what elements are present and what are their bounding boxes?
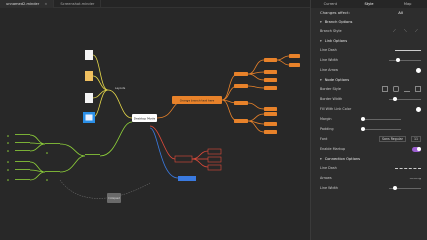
changes-affect-select[interactable]: All (398, 10, 403, 15)
enable-markup-toggle[interactable] (412, 146, 421, 152)
collapsed-node-label: Collapsed (108, 197, 120, 200)
fill-link-color-label: Fill With Link Color (320, 107, 352, 111)
chevron-down-icon: ▾ (320, 38, 322, 43)
green-nodes[interactable] (7, 134, 100, 181)
padding-row: Padding (311, 124, 427, 134)
section-title: Node Options (324, 77, 350, 82)
branch-options-header[interactable]: ▾ Branch Options (311, 17, 427, 26)
blue-node[interactable] (178, 176, 196, 181)
tab-unnamed2[interactable]: unnamed2.minder × (0, 0, 55, 8)
branch-style-label: Branch Style (320, 29, 342, 33)
close-icon[interactable]: × (44, 2, 47, 6)
orange-branch-label: Orange branch text here (180, 98, 215, 102)
conn-arrows-row: Arrows ——→ (311, 173, 427, 183)
fill-link-color-toggle[interactable] (416, 106, 421, 112)
margin-label: Margin (320, 117, 332, 121)
border-style-row: Border Style (311, 84, 427, 94)
mindmap-drawing[interactable]: Desktop Mode Orange branch text here Lay… (0, 8, 310, 240)
branch-straight-icon[interactable]: ⟍ (404, 28, 410, 34)
arrow-right-icon[interactable]: ——→ (410, 176, 421, 181)
section-title: Branch Options (324, 19, 353, 24)
branch-angled-icon[interactable]: ⟋ (415, 28, 421, 34)
border-style-buttons (382, 86, 421, 92)
file-icon-nodes[interactable] (83, 50, 95, 123)
conn-line-width-slider[interactable] (389, 186, 421, 190)
font-family-select[interactable]: Sans Regular (379, 136, 406, 142)
margin-slider[interactable] (361, 117, 401, 121)
border-underline-icon[interactable] (404, 86, 410, 92)
branch-style-row: Branch Style ⟋ ⟍ ⟋ (311, 26, 427, 36)
link-options-header[interactable]: ▾ Link Options (311, 36, 427, 45)
border-none-icon[interactable] (415, 86, 421, 92)
line-dash-label: Line Dash (320, 48, 337, 52)
branch-style-buttons: ⟋ ⟍ ⟋ (393, 28, 421, 34)
line-width-label: Line Width (320, 58, 338, 62)
fill-link-color-row: Fill With Link Color (311, 104, 427, 114)
enable-markup-label: Enable Markup (320, 147, 346, 151)
font-label: Font (320, 137, 328, 141)
changes-affect-label: Changes affect: (320, 10, 350, 15)
margin-row: Margin (311, 114, 427, 124)
connection-options-header[interactable]: ▾ Connection Options (311, 154, 427, 163)
link-line-dash-row: Line Dash (311, 45, 427, 55)
chevron-down-icon: ▾ (320, 156, 322, 161)
tab-screenshot[interactable]: Screenshot.minder (54, 0, 102, 8)
link-line-width-row: Line Width (311, 55, 427, 65)
border-rounded-icon[interactable] (393, 86, 399, 92)
conn-arrows-label: Arrows (320, 176, 332, 180)
orange-subnodes[interactable] (234, 54, 300, 134)
conn-line-width-label: Line Width (320, 186, 338, 190)
node-options-header[interactable]: ▾ Node Options (311, 75, 427, 84)
conn-line-dash-label: Line Dash (320, 166, 337, 170)
tab-map[interactable]: Map (388, 0, 427, 8)
conn-line-dash-select[interactable] (395, 167, 421, 169)
tab-label: Screenshot.minder (60, 2, 95, 6)
style-sidebar: Current Style Map Changes affect: All ▾ B… (310, 0, 427, 240)
padding-label: Padding (320, 127, 334, 131)
line-dash-select[interactable] (395, 49, 421, 51)
conn-line-width-row: Line Width (311, 183, 427, 193)
section-title: Link Options (324, 38, 348, 43)
chevron-down-icon: ▾ (320, 19, 322, 24)
document-tab-bar: unnamed2.minder × Screenshot.minder (0, 0, 310, 8)
enable-markup-row: Enable Markup (311, 144, 427, 154)
font-size-field[interactable]: 11 (410, 136, 421, 142)
section-title: Connection Options (324, 156, 361, 161)
border-width-label: Border Width (320, 97, 343, 101)
changes-affect-row: Changes affect: All (311, 8, 427, 17)
link-line-arrow-row: Line Arrow (311, 65, 427, 75)
mindmap-canvas[interactable]: Desktop Mode Orange branch text here Lay… (0, 8, 310, 240)
line-arrow-toggle[interactable] (416, 67, 421, 73)
border-width-row: Border Width (311, 94, 427, 104)
sidebar-tabs: Current Style Map (311, 0, 427, 8)
line-arrow-label: Line Arrow (320, 68, 338, 72)
padding-slider[interactable] (361, 127, 401, 131)
red-nodes[interactable] (174, 148, 222, 171)
root-node-label: Desktop Mode (134, 116, 156, 120)
chevron-down-icon: ▾ (320, 77, 322, 82)
border-square-icon[interactable] (382, 86, 388, 92)
tab-current[interactable]: Current (311, 0, 350, 8)
line-width-slider[interactable] (389, 58, 421, 62)
border-width-slider[interactable] (389, 97, 421, 101)
branch-curved-icon[interactable]: ⟋ (393, 28, 399, 34)
tab-label: unnamed2.minder (6, 2, 40, 6)
layouts-label: Layouts (115, 86, 126, 90)
font-row: Font Sans Regular 11 (311, 134, 427, 144)
tab-style[interactable]: Style (350, 0, 389, 8)
border-style-label: Border Style (320, 87, 341, 91)
conn-line-dash-row: Line Dash (311, 163, 427, 173)
